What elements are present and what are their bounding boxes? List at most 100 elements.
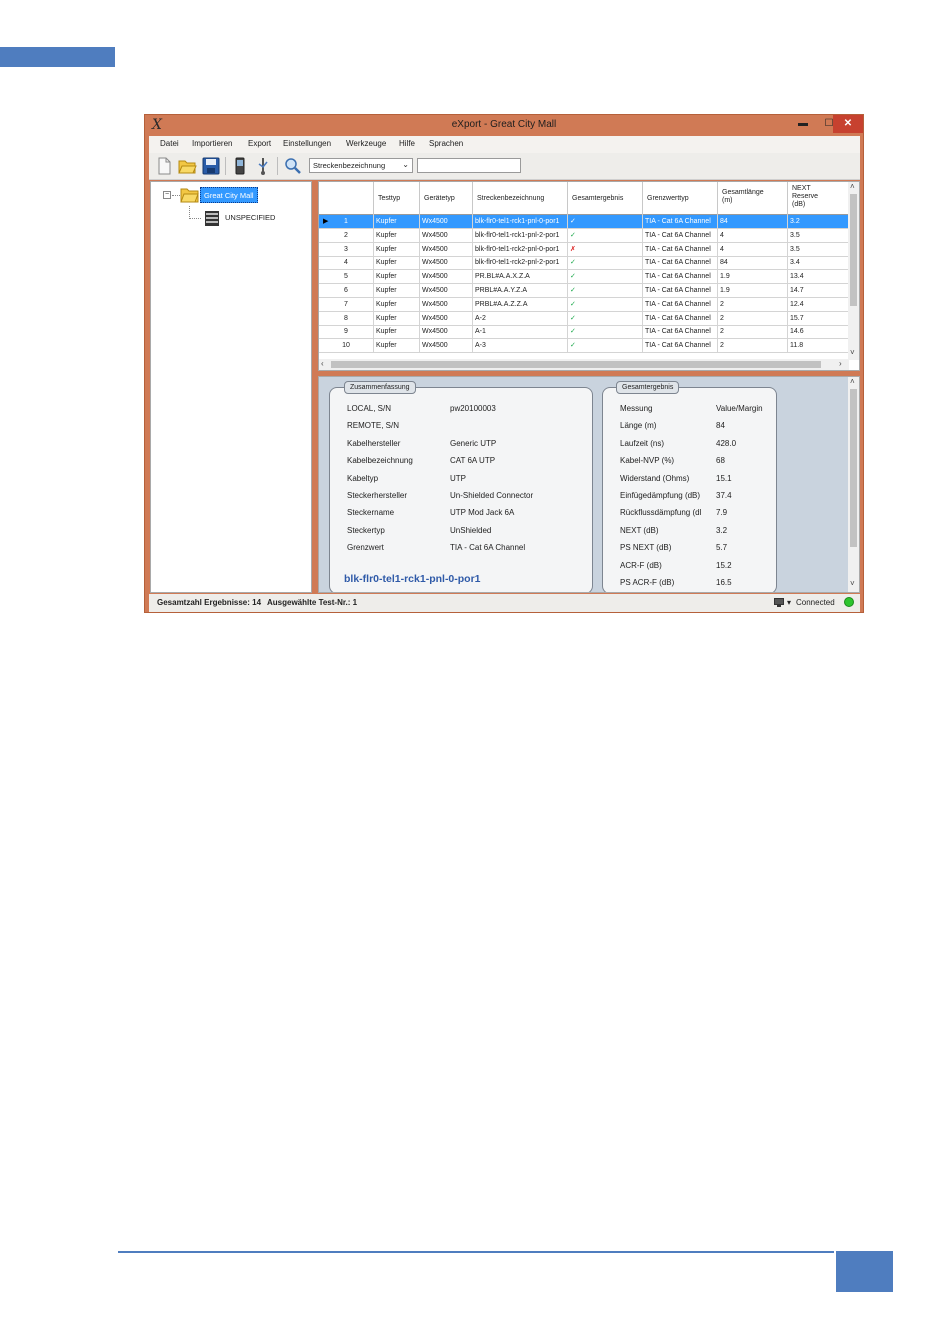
search-field-select[interactable]: Streckenbezeichnung ⌄ [309, 158, 413, 173]
menu-sprachen[interactable]: Sprachen [429, 139, 463, 148]
column-header-label: Streckenbezeichnung [477, 195, 545, 202]
table-row[interactable]: 3 Kupfer Wx4500 blk-flr0-tel1-rck2-pnl-0-po… [319, 242, 849, 257]
table-cell: Wx4500 [420, 339, 473, 354]
table-cell: 2 [718, 325, 788, 340]
column-header-label: Gesamtergebnis [572, 195, 624, 202]
new-file-icon[interactable] [154, 156, 174, 176]
summary-panel-title: Zusammenfassung [344, 381, 416, 394]
summary-field-label: LOCAL, S/N [347, 404, 392, 413]
table-row[interactable]: 8 Kupfer Wx4500 A-2 ✓ TIA - Cat 6A Channel 2 15… [319, 311, 849, 326]
scroll-right-icon[interactable]: › [839, 359, 842, 368]
table-row[interactable]: 2 Kupfer Wx4500 blk-flr0-tel1-rck1-pnl-2-po… [319, 228, 849, 243]
table-cell: 8 [319, 311, 374, 326]
tree-item-great-city-mall[interactable]: Great City Mall [200, 187, 258, 203]
table-cell: PRBL#A.A.Z.Z.A [473, 297, 568, 312]
menu-bar: Datei Importieren Export Einstellungen W… [149, 136, 860, 153]
scroll-down-icon[interactable]: ˅ [850, 348, 855, 357]
result-header-measure: Messung [620, 404, 653, 413]
search-input[interactable] [417, 158, 521, 173]
result-field-value: 428.0 [716, 438, 737, 448]
menu-werkzeuge[interactable]: Werkzeuge [346, 139, 386, 148]
menu-export[interactable]: Export [248, 139, 271, 148]
table-cell: Kupfer [374, 256, 420, 271]
table-cell: Wx4500 [420, 325, 473, 340]
horizontal-scrollbar[interactable]: ‹ › [319, 359, 849, 370]
table-cell: blk-flr0-tel1-rck2-pnl-0-por1 [473, 242, 568, 257]
monitor-icon[interactable] [774, 598, 784, 607]
table-cell: 84 [718, 256, 788, 271]
column-header-testtyp[interactable]: Testtyp [374, 182, 420, 215]
table-row[interactable]: 7 Kupfer Wx4500 PRBL#A.A.Z.Z.A ✓ TIA - Cat 6A… [319, 297, 849, 312]
connection-dropdown-icon[interactable]: ▾ [787, 598, 791, 607]
result-field-value: 16.5 [716, 578, 732, 587]
table-cell: TIA - Cat 6A Channel [643, 284, 718, 298]
table-row[interactable]: 9 Kupfer Wx4500 A-1 ✓ TIA - Cat 6A Channel 2 14… [319, 325, 849, 340]
pass-check-icon: ✓ [568, 228, 643, 243]
column-header-next-reserve[interactable]: NEXT Reserve (dB) [788, 182, 849, 215]
summary-field-value: UnShielded [450, 525, 492, 535]
table-header: Testtyp Gerätetyp Streckenbezeichnung Ge… [319, 182, 849, 215]
save-icon[interactable] [201, 156, 221, 176]
summary-field-value: CAT 6A UTP [450, 456, 496, 466]
scroll-left-icon[interactable]: ‹ [321, 359, 324, 368]
menu-datei[interactable]: Datei [160, 139, 179, 148]
table-row[interactable]: 6 Kupfer Wx4500 PRBL#A.A.Y.Z.A ✓ TIA - Cat 6A… [319, 284, 849, 298]
table-cell: 3 [319, 242, 374, 257]
result-field-value: 37.4 [716, 491, 732, 500]
table-cell: 9 [319, 325, 374, 340]
column-header-gesamtergebnis[interactable]: Gesamtergebnis [568, 182, 643, 215]
summary-field-label: Grenzwert [347, 543, 384, 553]
scroll-up-icon[interactable]: ˄ [850, 182, 855, 191]
table-cell: blk-flr0-tel1-rck1-pnl-0-por1 [473, 215, 568, 229]
result-field-label: Rückflussdämpfung (dl [620, 508, 702, 518]
summary-field-value: pw20100003 [450, 404, 496, 413]
scrollbar-thumb[interactable] [331, 361, 821, 368]
table-row[interactable]: 4 Kupfer Wx4500 blk-flr0-tel1-rck2-pnl-2-po… [319, 256, 849, 271]
scrollbar-thumb[interactable] [850, 389, 857, 547]
table-cell: 3.4 [788, 256, 849, 271]
summary-field-label: Steckerhersteller [347, 491, 408, 500]
scroll-down-icon[interactable]: ˅ [850, 579, 855, 588]
table-cell: 7 [319, 297, 374, 312]
table-row[interactable]: 5 Kupfer Wx4500 PR.BL#A.A.X.Z.A ✓ TIA - Cat 6… [319, 270, 849, 285]
table-cell: Kupfer [374, 242, 420, 257]
menu-einstellungen[interactable]: Einstellungen [283, 139, 331, 148]
pass-check-icon: ✓ [568, 270, 643, 285]
column-header-grenzwerttyp[interactable]: Grenzwerttyp [643, 182, 718, 215]
column-header-geraetetyp[interactable]: Gerätetyp [420, 182, 473, 215]
table-cell: Wx4500 [420, 297, 473, 312]
table-cell: 4 [718, 242, 788, 257]
table-cell: 12.4 [788, 297, 849, 312]
tree-collapse-icon[interactable]: − [163, 191, 171, 199]
result-field-value: 15.2 [716, 560, 732, 570]
table-row[interactable]: ▶ 1 Kupfer Wx4500 blk-flr0-tel1-rck1-pnl-0-p… [319, 215, 849, 229]
table-row[interactable]: 10 Kupfer Wx4500 A-3 ✓ TIA - Cat 6A Channel 2 1… [319, 339, 849, 354]
scroll-up-icon[interactable]: ˄ [850, 377, 855, 386]
minimize-button[interactable]: ▬ [790, 115, 816, 133]
table-cell: TIA - Cat 6A Channel [643, 256, 718, 271]
open-folder-icon[interactable] [177, 156, 197, 176]
table-cell: 3.5 [788, 242, 849, 257]
column-header-label: Testtyp [378, 195, 401, 202]
project-tree: − Great City Mall UNSPECIFIED [150, 181, 312, 593]
table-cell: TIA - Cat 6A Channel [643, 297, 718, 312]
menu-hilfe[interactable]: Hilfe [399, 139, 415, 148]
summary-field-label: REMOTE, S/N [347, 421, 400, 431]
detail-scrollbar[interactable]: ˄ ˅ [848, 377, 859, 592]
column-header-gesamtlaenge[interactable]: Gesamtlänge (m) [718, 182, 788, 215]
toolbar-separator [277, 157, 278, 175]
vertical-scrollbar[interactable]: ˄ ˅ [848, 182, 859, 360]
result-field-value: 68 [716, 456, 725, 466]
close-button[interactable]: ✕ [833, 115, 863, 133]
search-icon[interactable] [283, 156, 303, 176]
usb-icon[interactable] [253, 156, 273, 176]
scrollbar-thumb[interactable] [850, 194, 857, 306]
tree-item-unspecified[interactable]: UNSPECIFIED [225, 213, 275, 222]
table-cell: Kupfer [374, 339, 420, 354]
column-header-streckenbezeichnung[interactable]: Streckenbezeichnung [473, 182, 568, 215]
menu-importieren[interactable]: Importieren [192, 139, 232, 148]
device-icon[interactable] [230, 156, 250, 176]
status-bar: Gesamtzahl Ergebnisse: 14 Ausgewählte Te… [149, 594, 860, 612]
title-bar[interactable]: X eXport - Great City Mall ▬ ☐ ✕ [145, 115, 863, 136]
result-field-label: Laufzeit (ns) [620, 438, 665, 448]
